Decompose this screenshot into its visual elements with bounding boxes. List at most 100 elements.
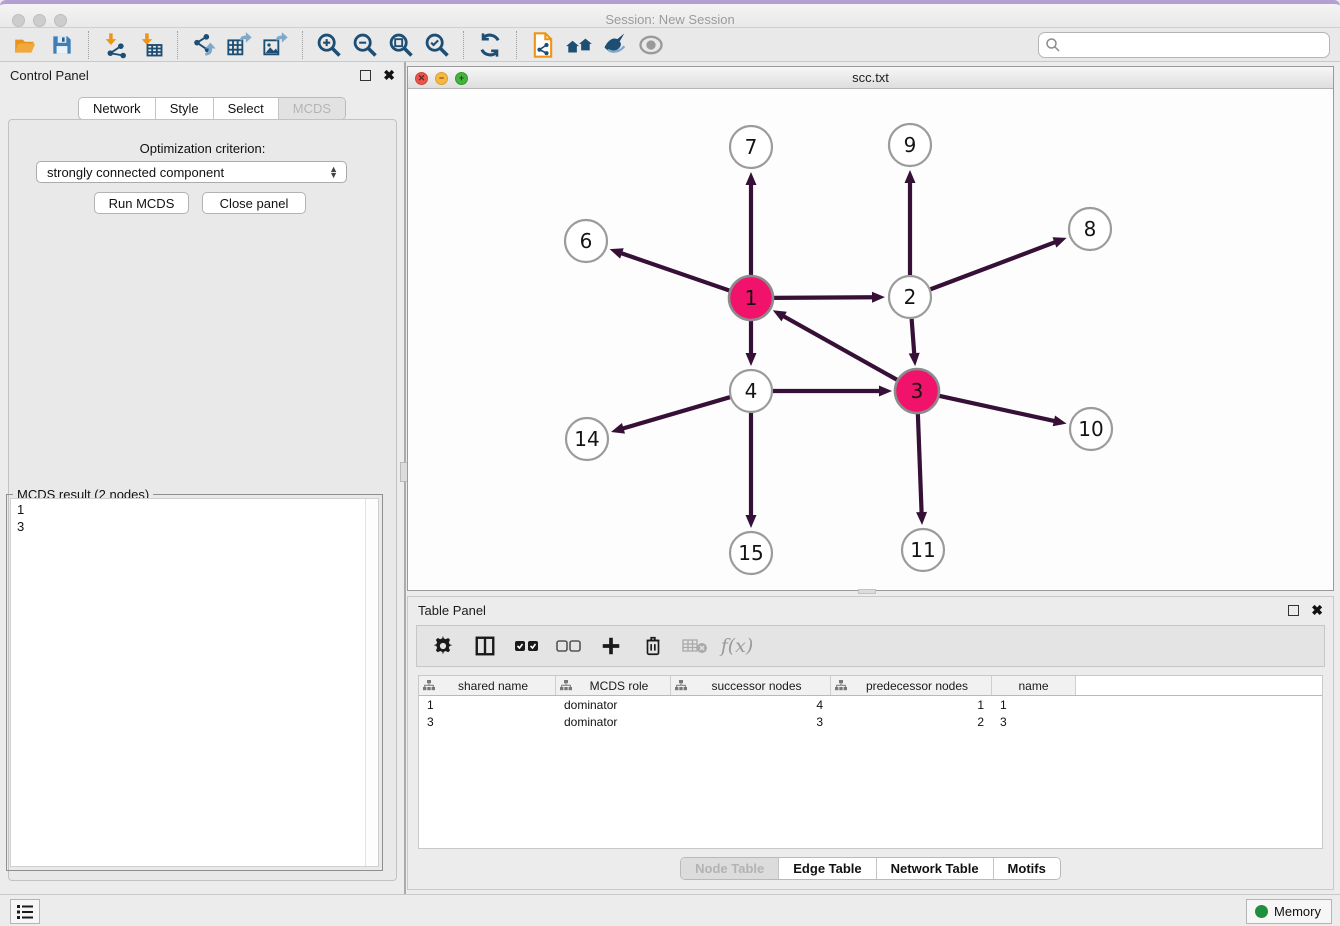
- tab-style[interactable]: Style: [156, 98, 214, 119]
- column-header-name[interactable]: name: [992, 676, 1076, 695]
- zoom-out-icon[interactable]: [347, 30, 383, 60]
- mcds-result-textarea[interactable]: 1 3: [10, 498, 379, 867]
- horizontal-splitter-grip[interactable]: [858, 589, 876, 594]
- cell-predecessor-nodes[interactable]: 1: [831, 698, 992, 712]
- float-table-panel-icon[interactable]: [1288, 605, 1299, 616]
- refresh-icon[interactable]: [472, 30, 508, 60]
- tab-motifs[interactable]: Motifs: [994, 858, 1060, 879]
- float-panel-icon[interactable]: [360, 70, 371, 81]
- memory-label: Memory: [1274, 904, 1321, 919]
- export-network-icon[interactable]: [186, 30, 222, 60]
- cell-name[interactable]: 1: [992, 698, 1076, 712]
- optimization-criterion-label: Optimization criterion:: [0, 141, 405, 156]
- column-header-mcds-role[interactable]: MCDS role: [556, 676, 671, 695]
- arrowhead-4-14: [611, 423, 625, 434]
- columns-icon[interactable]: [471, 632, 499, 660]
- deselect-all-icon[interactable]: [555, 632, 583, 660]
- select-arrows-icon: ▲▼: [329, 166, 338, 178]
- tab-node-table[interactable]: Node Table: [681, 858, 779, 879]
- result-scrollbar[interactable]: [365, 499, 378, 866]
- search-icon: [1045, 37, 1061, 53]
- cell-name[interactable]: 3: [992, 715, 1076, 729]
- graph-node-label-8: 8: [1084, 217, 1097, 241]
- tab-select[interactable]: Select: [214, 98, 279, 119]
- network-canvas[interactable]: 7968124314101511: [408, 89, 1333, 590]
- arrowhead-3-10: [1053, 416, 1067, 427]
- cell-shared-name[interactable]: 1: [419, 698, 556, 712]
- minimize-view-icon[interactable]: −: [435, 72, 448, 85]
- criterion-value: strongly connected component: [47, 165, 224, 180]
- search-box[interactable]: [1038, 32, 1330, 58]
- toolbar-separator: [302, 31, 303, 59]
- graph-node-label-1: 1: [745, 286, 758, 310]
- graph-node-label-3: 3: [911, 379, 924, 403]
- edge-3-1[interactable]: [782, 316, 897, 381]
- arrowhead-1-2: [872, 292, 885, 303]
- network-window-titlebar[interactable]: ✕ − + scc.txt: [408, 67, 1333, 89]
- arrowhead-1-6: [610, 248, 624, 258]
- import-network-icon[interactable]: [97, 30, 133, 60]
- memory-button[interactable]: Memory: [1246, 899, 1332, 924]
- edge-4-14[interactable]: [622, 397, 730, 429]
- edge-3-10[interactable]: [938, 396, 1055, 422]
- function-icon[interactable]: f(x): [723, 632, 751, 660]
- task-history-button[interactable]: [10, 899, 40, 924]
- cell-successor-nodes[interactable]: 4: [671, 698, 831, 712]
- criterion-select[interactable]: strongly connected component ▲▼: [36, 161, 347, 183]
- graph-node-label-7: 7: [745, 135, 758, 159]
- list-icon: [16, 904, 34, 920]
- cell-successor-nodes[interactable]: 3: [671, 715, 831, 729]
- close-view-icon[interactable]: ✕: [415, 72, 428, 85]
- edge-2-3[interactable]: [912, 319, 915, 355]
- column-header-successor-nodes[interactable]: successor nodes: [671, 676, 831, 695]
- cell-predecessor-nodes[interactable]: 2: [831, 715, 992, 729]
- column-header-shared-name[interactable]: shared name: [419, 676, 556, 695]
- add-icon[interactable]: [597, 632, 625, 660]
- zoom-fit-icon[interactable]: [383, 30, 419, 60]
- maximize-view-icon[interactable]: +: [455, 72, 468, 85]
- cell-shared-name[interactable]: 3: [419, 715, 556, 729]
- toolbar-separator: [516, 31, 517, 59]
- edge-1-2[interactable]: [773, 297, 874, 298]
- style-eye-icon[interactable]: [597, 30, 633, 60]
- tab-mcds[interactable]: MCDS: [279, 98, 345, 119]
- export-image-icon[interactable]: [258, 30, 294, 60]
- zoom-selected-icon[interactable]: [419, 30, 455, 60]
- graph-node-label-2: 2: [904, 285, 917, 309]
- close-table-panel-icon[interactable]: ✖: [1311, 605, 1323, 616]
- tab-edge-table[interactable]: Edge Table: [779, 858, 876, 879]
- gear-icon[interactable]: [429, 632, 457, 660]
- save-session-icon[interactable]: [44, 30, 80, 60]
- select-all-icon[interactable]: [513, 632, 541, 660]
- hierarchy-icon: [560, 680, 572, 691]
- run-mcds-button[interactable]: Run MCDS: [94, 192, 189, 214]
- cell-mcds-role[interactable]: dominator: [556, 698, 671, 712]
- edge-1-6[interactable]: [620, 253, 730, 291]
- zoom-in-icon[interactable]: [311, 30, 347, 60]
- delete-table-icon[interactable]: [681, 632, 709, 660]
- hide-eye-icon[interactable]: [633, 30, 669, 60]
- edge-2-8[interactable]: [931, 242, 1057, 290]
- close-panel-icon[interactable]: ✖: [383, 70, 395, 81]
- edge-3-11[interactable]: [918, 413, 922, 514]
- table-row[interactable]: 3 dominator 3 2 3: [419, 713, 1322, 730]
- clone-network-icon[interactable]: [525, 30, 561, 60]
- tab-network-table[interactable]: Network Table: [877, 858, 994, 879]
- cell-mcds-role[interactable]: dominator: [556, 715, 671, 729]
- status-bar: Memory: [0, 894, 1340, 926]
- search-input[interactable]: [1061, 34, 1329, 56]
- tab-network[interactable]: Network: [79, 98, 156, 119]
- column-header-predecessor-nodes[interactable]: predecessor nodes: [831, 676, 992, 695]
- export-table-icon[interactable]: [222, 30, 258, 60]
- open-session-icon[interactable]: [8, 30, 44, 60]
- network-view-window: ✕ − + scc.txt 7968124314101511: [407, 66, 1334, 591]
- close-panel-button[interactable]: Close panel: [202, 192, 306, 214]
- graph-node-label-14: 14: [574, 427, 599, 451]
- trash-icon[interactable]: [639, 632, 667, 660]
- table-header: shared name MCDS role successor nodes pr…: [419, 676, 1322, 696]
- toolbar-separator: [463, 31, 464, 59]
- import-table-icon[interactable]: [133, 30, 169, 60]
- table-row[interactable]: 1 dominator 4 1 1: [419, 696, 1322, 713]
- graph-node-label-15: 15: [738, 541, 763, 565]
- home-icon[interactable]: [561, 30, 597, 60]
